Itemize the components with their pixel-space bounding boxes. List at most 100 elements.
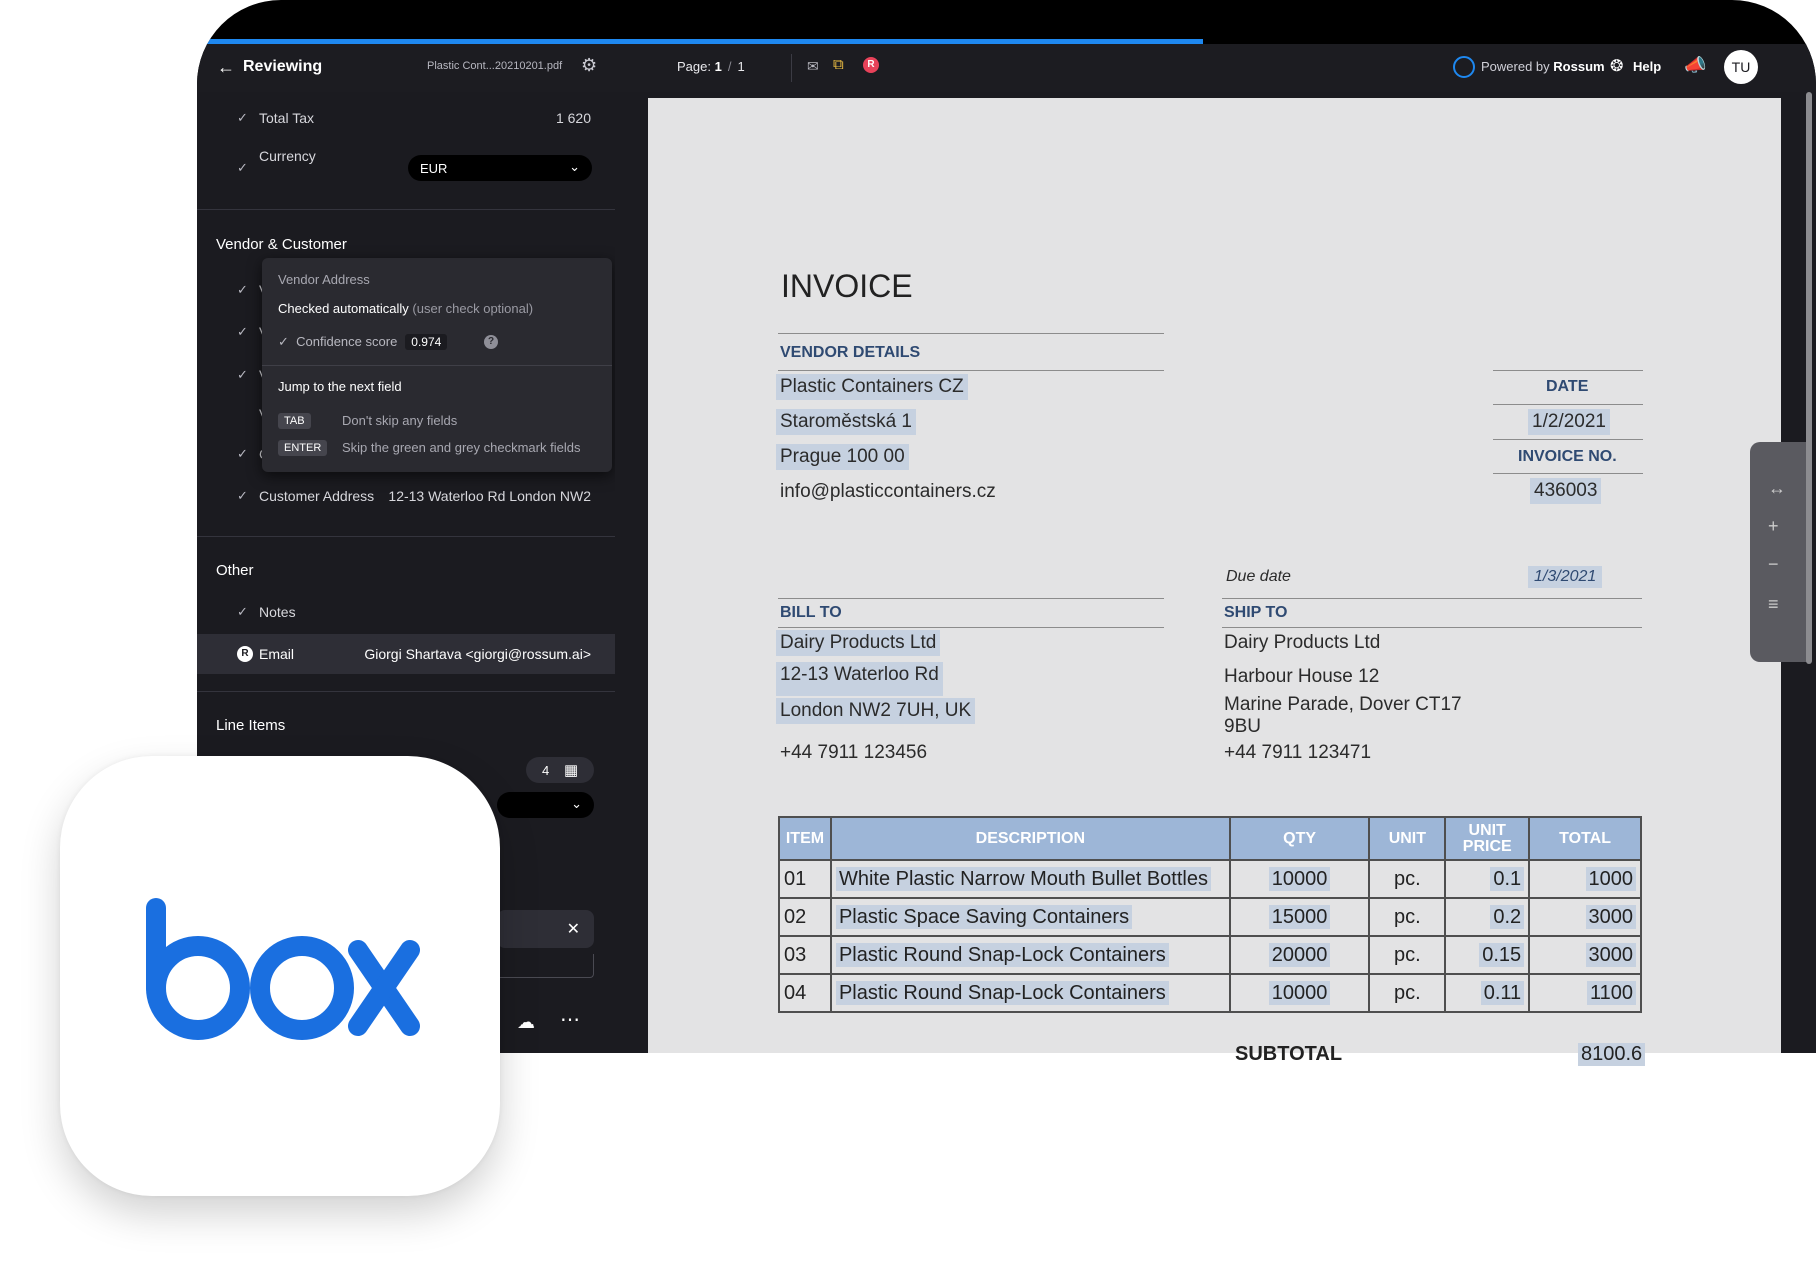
vendor-name[interactable]: Plastic Containers CZ	[776, 374, 968, 400]
check-icon: ✓	[237, 488, 248, 503]
cell-item[interactable]: 03	[778, 935, 832, 975]
bill-name[interactable]: Dairy Products Ltd	[776, 630, 941, 656]
table-row: 01 White Plastic Narrow Mouth Bullet Bott…	[778, 859, 1642, 899]
ship-name[interactable]: Dairy Products Ltd	[1224, 630, 1380, 656]
check-icon: ✓	[237, 282, 248, 297]
gear-icon[interactable]: ⚙	[581, 55, 597, 76]
col-item: ITEM	[778, 816, 832, 861]
r-badge-icon[interactable]: R	[863, 57, 879, 73]
rule	[1493, 473, 1643, 474]
cell-unit-price[interactable]: 0.2	[1444, 897, 1531, 937]
cell-unit-price[interactable]: 0.15	[1444, 935, 1531, 975]
more-icon[interactable]: ⋯	[560, 1007, 580, 1032]
top-bar: ← Reviewing Plastic Cont...20210201.pdf …	[197, 44, 1816, 92]
sidebar-row-customer-address[interactable]: ✓ Customer Address 12-13 Waterloo Rd Lon…	[197, 476, 615, 516]
sidebar-row-total-tax[interactable]: ✓ Total Tax 1 620	[197, 98, 615, 138]
enter-desc: Skip the green and grey checkmark fields	[342, 440, 581, 455]
cell-total[interactable]: 3000	[1528, 897, 1642, 937]
field-label: Customer Address	[259, 488, 375, 504]
subtotal-label: SUBTOTAL	[1235, 1043, 1343, 1065]
cell-unit-price[interactable]: 0.1	[1444, 859, 1531, 899]
cell-description-text: Plastic Round Snap-Lock Containers	[835, 980, 1169, 1005]
cell-description[interactable]: White Plastic Narrow Mouth Bullet Bottle…	[829, 859, 1231, 899]
search-text-icon[interactable]: ≡	[1768, 594, 1779, 615]
cell-qty[interactable]: 10000	[1228, 973, 1371, 1013]
arrow-left-icon[interactable]: ←	[217, 57, 235, 78]
count-value: 4	[542, 763, 550, 778]
cell-qty[interactable]: 20000	[1228, 935, 1371, 975]
ship-phone[interactable]: +44 7911 123471	[1224, 740, 1371, 766]
date-value[interactable]: 1/2/2021	[1528, 409, 1610, 435]
col-unit: UNIT	[1368, 816, 1447, 861]
cell-qty-text: 20000	[1268, 942, 1331, 967]
cell-unit[interactable]: pc.	[1368, 897, 1447, 937]
powered-prefix: Powered by	[1481, 59, 1550, 74]
text-input[interactable]	[497, 954, 594, 978]
invoice-no-value[interactable]: 436003	[1530, 478, 1602, 504]
duplicate-icon[interactable]: ⧉	[833, 56, 844, 73]
field-value[interactable]: Giorgi Shartava <giorgi@rossum.ai>	[364, 646, 591, 662]
cell-unit[interactable]: pc.	[1368, 935, 1447, 975]
cell-total[interactable]: 1100	[1528, 973, 1642, 1013]
megaphone-icon[interactable]: 📣	[1684, 55, 1706, 76]
cell-qty[interactable]: 10000	[1228, 859, 1371, 899]
sidebar-row-notes[interactable]: ✓ Notes	[197, 592, 615, 632]
help-link[interactable]: Help	[1633, 59, 1661, 74]
question-icon[interactable]: ?	[484, 335, 498, 349]
fit-width-icon[interactable]: ↔	[1768, 478, 1786, 499]
vendor-details-label: VENDOR DETAILS	[780, 344, 921, 361]
cell-item[interactable]: 02	[778, 897, 832, 937]
cell-item-text: 04	[784, 981, 807, 1004]
bill-phone[interactable]: +44 7911 123456	[780, 740, 927, 766]
ship-to-label: SHIP TO	[1224, 604, 1288, 621]
cell-unit-price-text: 0.1	[1490, 866, 1525, 891]
field-tooltip: Vendor Address Checked automatically (us…	[262, 258, 612, 472]
sidebar-row-email[interactable]: R Email Giorgi Shartava <giorgi@rossum.a…	[197, 634, 615, 674]
toolbar-divider	[791, 54, 792, 82]
vendor-street[interactable]: Staroměstská 1	[776, 409, 916, 435]
cell-description[interactable]: Plastic Space Saving Containers	[829, 897, 1231, 937]
close-icon[interactable]: ✕	[567, 919, 580, 939]
check-icon: ✓	[237, 446, 248, 461]
cell-unit[interactable]: pc.	[1368, 859, 1447, 899]
vendor-email[interactable]: info@plasticcontainers.cz	[780, 479, 996, 505]
check-icon: ✓	[237, 604, 248, 619]
currency-select[interactable]: EUR ⌄	[408, 155, 592, 181]
section-divider	[197, 209, 615, 210]
tab-desc: Don't skip any fields	[342, 413, 458, 428]
col-total: TOTAL	[1528, 816, 1642, 861]
line-items-select[interactable]: ⌄	[497, 792, 594, 818]
document-scrollbar[interactable]	[1806, 92, 1812, 664]
bill-street[interactable]: 12-13 Waterloo Rd	[776, 662, 943, 696]
cell-description[interactable]: Plastic Round Snap-Lock Containers	[829, 973, 1231, 1013]
lifebuoy-icon[interactable]: ❂	[1610, 56, 1623, 76]
cell-unit-price[interactable]: 0.11	[1444, 973, 1531, 1013]
due-date-value[interactable]: 1/3/2021	[1528, 566, 1603, 588]
vendor-city[interactable]: Prague 100 00	[776, 444, 909, 470]
avatar[interactable]: TU	[1724, 50, 1758, 84]
cell-description[interactable]: Plastic Round Snap-Lock Containers	[829, 935, 1231, 975]
cell-item[interactable]: 04	[778, 973, 832, 1013]
zoom-in-icon[interactable]: +	[1768, 516, 1779, 537]
ship-city-2[interactable]: 9BU	[1224, 714, 1261, 740]
field-value[interactable]: 1 620	[556, 110, 591, 126]
field-value[interactable]: 12-13 Waterloo Rd London NW2	[388, 488, 591, 504]
file-name: Plastic Cont...20210201.pdf	[427, 60, 563, 72]
section-divider	[197, 536, 615, 537]
bill-city[interactable]: London NW2 7UH, UK	[776, 698, 976, 724]
line-items-count[interactable]: 4 ▦	[526, 757, 594, 783]
cloud-download-icon[interactable]: ☁	[517, 1012, 535, 1033]
zoom-out-icon[interactable]: −	[1768, 554, 1779, 575]
subtotal-value[interactable]: 8100.6	[1578, 1043, 1646, 1066]
cell-total-text: 1100	[1586, 980, 1636, 1005]
cell-qty[interactable]: 15000	[1228, 897, 1371, 937]
cell-item[interactable]: 01	[778, 859, 832, 899]
tooltip-field-name: Vendor Address	[278, 272, 370, 287]
checked-note: (user check optional)	[412, 301, 534, 316]
mail-icon[interactable]: ✉	[807, 58, 819, 75]
cell-unit[interactable]: pc.	[1368, 973, 1447, 1013]
cell-total[interactable]: 1000	[1528, 859, 1642, 899]
tab-key: TAB	[278, 413, 311, 429]
ship-street[interactable]: Harbour House 12	[1224, 664, 1379, 690]
cell-total[interactable]: 3000	[1528, 935, 1642, 975]
